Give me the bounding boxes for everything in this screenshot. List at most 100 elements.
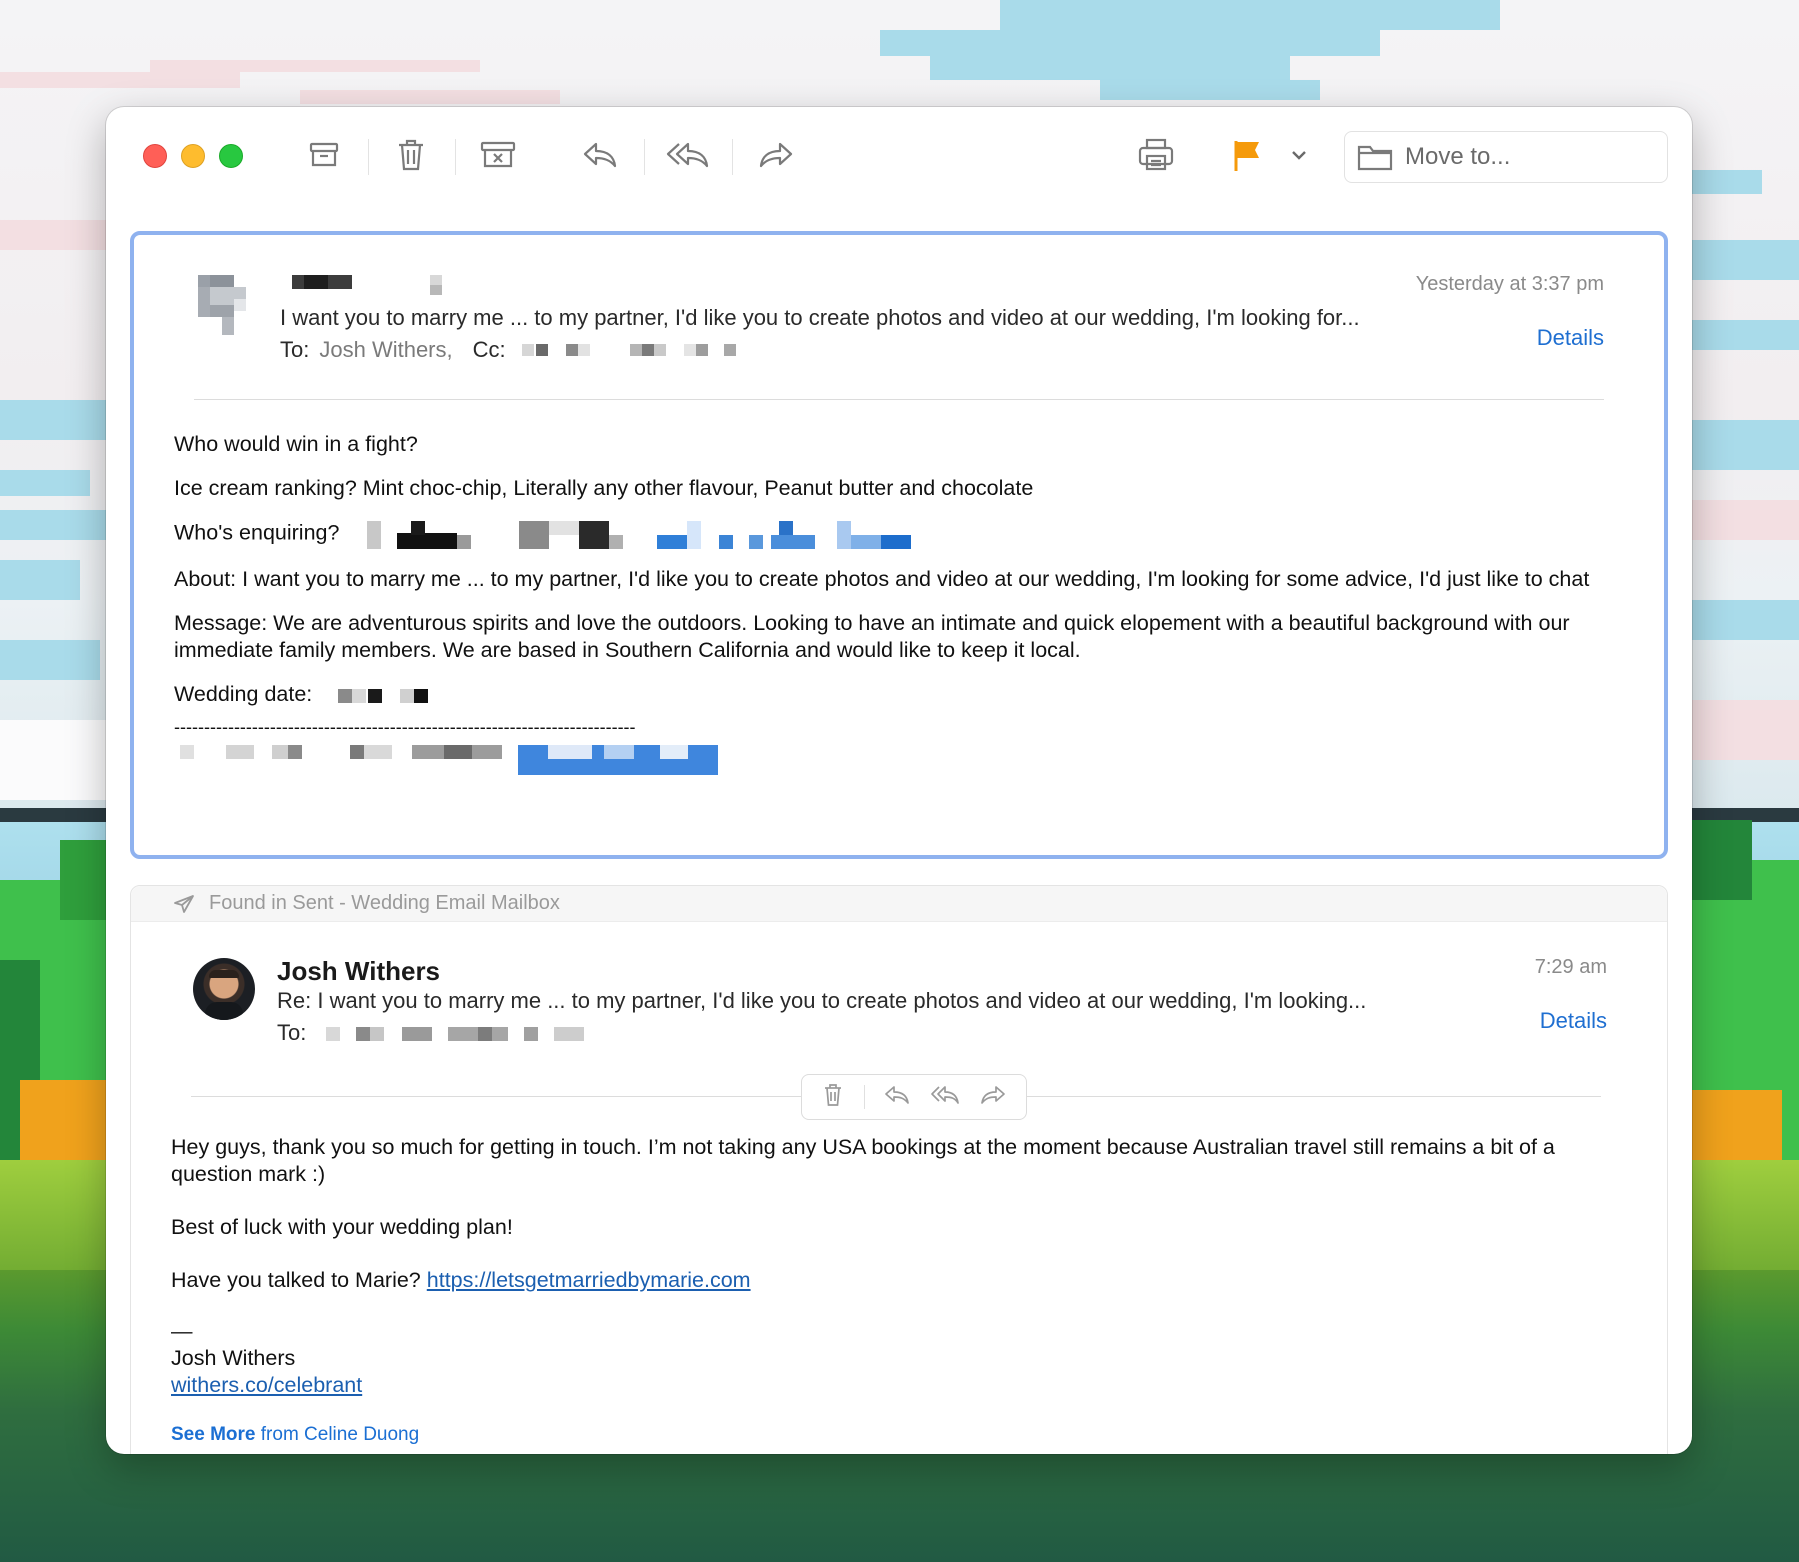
enquiring-line: Who's enquiring? [174,519,1619,549]
signature: — Josh Withers withers.co/celebrant [171,1318,1616,1399]
footer-redacted [174,743,1619,775]
wallpaper-cloud [1692,420,1799,470]
wallpaper-cloud [0,720,106,800]
recipient-name[interactable]: Josh Withers, [319,337,452,363]
body-paragraph: Have you talked to Marie? https://letsge… [171,1267,1616,1294]
reply-icon [885,1085,910,1104]
see-more-bold: See More [171,1424,256,1445]
recipients-line: To: Josh Withers, Cc: [280,337,752,363]
message-date: 7:29 am [1534,956,1607,978]
wedding-date-line: Wedding date: [174,681,1619,708]
divider-line: ----------------------------------------… [174,717,636,737]
trash-icon [399,139,423,171]
message-body: Hey guys, thank you so much for getting … [171,1134,1616,1448]
forward-button[interactable] [752,131,800,179]
wallpaper-cloud [300,90,560,104]
about-paragraph: About: I want you to marry me ... to my … [174,567,1590,591]
to-label: To: [277,1020,307,1045]
wallpaper-hill [60,840,106,920]
details-link[interactable]: Details [1540,1008,1607,1034]
flag-button[interactable] [1224,131,1272,179]
hover-forward-button[interactable] [980,1084,1006,1111]
body-line: Who would win in a fight? [174,432,418,456]
wallpaper-cloud [0,640,100,680]
message-subject: I want you to marry me ... to my partner… [280,305,1360,330]
marie-question: Have you talked to Marie? [171,1268,421,1292]
see-more-rest: from Celine Duong [260,1424,420,1445]
toolbar: Move to... [106,107,1692,202]
cc-recipients-redacted [521,342,752,358]
hover-delete-button[interactable] [822,1083,844,1112]
reply-all-icon [931,1085,960,1104]
chevron-down-icon [1292,151,1306,160]
body-paragraph: Hey guys, thank you so much for getting … [171,1135,1555,1186]
wallpaper-cloud [880,30,1380,56]
toolbar-divider [644,139,645,175]
wallpaper-cloud [1420,20,1432,30]
reply-button[interactable] [576,131,624,179]
wallpaper-cloud [0,220,106,250]
message-card[interactable]: Found in Sent - Wedding Email Mailbox Jo… [130,885,1668,1454]
close-window-button[interactable] [143,144,167,168]
move-to-button[interactable]: Move to... [1344,131,1668,183]
wallpaper-cloud [0,72,240,88]
signature-link[interactable]: withers.co/celebrant [171,1373,362,1397]
message-hover-actions [801,1074,1027,1120]
junk-button[interactable] [474,131,522,179]
move-to-label: Move to... [1405,143,1511,170]
sender-name-redacted [292,275,452,299]
reply-all-button[interactable] [664,131,712,179]
flag-menu-button[interactable] [1284,131,1314,179]
to-label: To: [280,337,310,362]
wallpaper-cloud [150,60,480,72]
message-body: Who would win in a fight? Ice cream rank… [174,431,1619,775]
wallpaper-cloud [1100,80,1320,100]
cc-label: Cc: [472,337,506,362]
toolbar-divider [368,139,369,175]
avatar [198,275,246,335]
recipients-line: To: [277,1020,586,1046]
wallpaper-cloud [1692,320,1799,350]
archive-button[interactable] [300,131,348,179]
wallpaper-cloud [0,400,106,440]
body-line: Ice cream ranking? Mint choc-chip, Liter… [174,476,1034,500]
archive-icon [309,142,339,167]
wallpaper-cloud [1692,600,1799,640]
found-in-bar: Found in Sent - Wedding Email Mailbox [131,886,1667,922]
minimize-window-button[interactable] [181,144,205,168]
printer-icon [1138,138,1174,171]
flag-icon [1234,141,1259,171]
forward-icon [981,1085,1005,1104]
reply-all-icon [666,142,709,168]
message-card-selected[interactable]: Yesterday at 3:37 pm I want you to marry… [130,231,1668,859]
wallpaper-cloud [0,510,106,540]
toolbar-divider [732,139,733,175]
wallpaper-cloud [0,470,90,496]
forward-icon [759,142,793,168]
details-link[interactable]: Details [1537,325,1604,351]
print-button[interactable] [1132,131,1180,179]
delete-button[interactable] [387,131,435,179]
enquirer-redacted [367,519,947,549]
wedding-date-redacted [338,687,438,704]
toolbar-divider [455,139,456,175]
mail-window: Move to... Yesterday at 3:37 pm I want y… [106,107,1692,1454]
message-date: Yesterday at 3:37 pm [1415,273,1604,295]
wallpaper-hill [1692,820,1752,900]
enquiring-label: Who's enquiring? [174,520,340,545]
found-in-label: Found in Sent - Wedding Email Mailbox [209,892,560,914]
wallpaper-cloud [1692,170,1762,194]
wallpaper-cloud [1692,500,1799,540]
header-divider [194,399,1604,400]
message-subject: Re: I want you to marry me ... to my par… [277,988,1367,1013]
wallpaper-cloud [930,56,1290,80]
zoom-window-button[interactable] [219,144,243,168]
hover-reply-all-button[interactable] [930,1084,960,1111]
wedding-date-label: Wedding date: [174,682,313,706]
to-recipients-redacted [326,1025,586,1041]
trash-icon [824,1083,841,1106]
see-more-link[interactable]: See More from Celine Duong [171,1421,1616,1448]
hover-reply-button[interactable] [884,1084,910,1111]
marie-link[interactable]: https://letsgetmarriedbymarie.com [427,1268,751,1292]
wallpaper-cloud [0,560,80,600]
